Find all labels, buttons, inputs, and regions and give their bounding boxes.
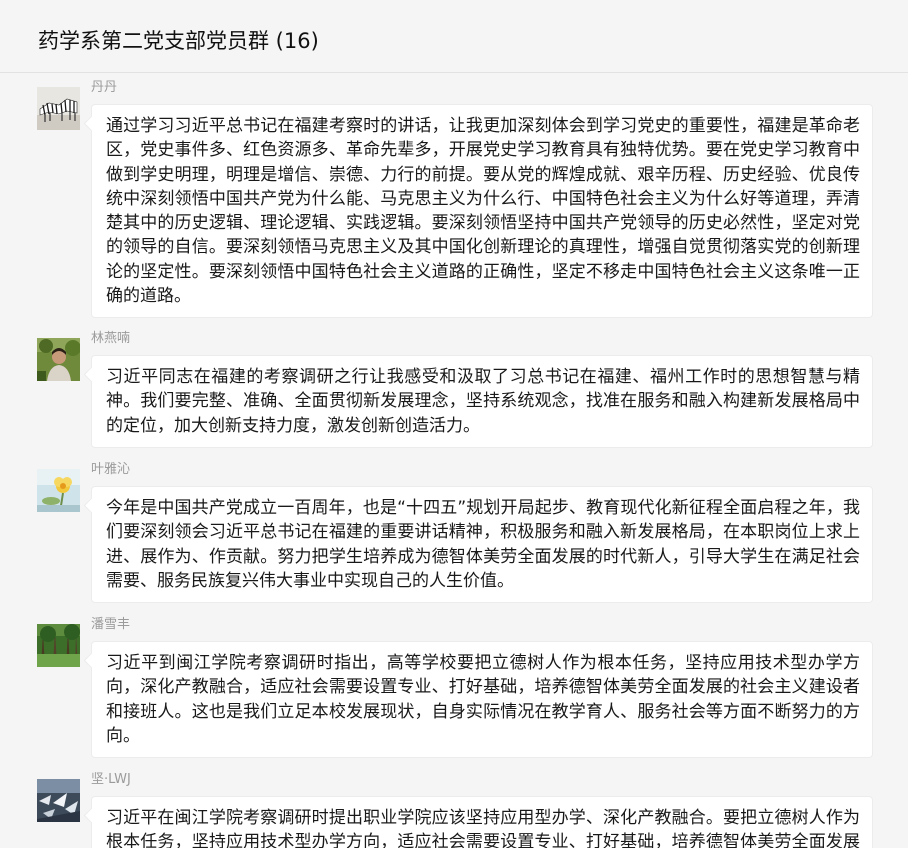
green-forest-photo-avatar[interactable]: [37, 624, 80, 667]
message-bubble[interactable]: 习近平在闽江学院考察调研时提出职业学院应该坚持应用型办学、深化产教融合。要把立德…: [91, 796, 873, 848]
flower-photo-avatar[interactable]: [37, 469, 80, 512]
person-outdoor-photo-avatar[interactable]: [37, 338, 80, 381]
sender-name[interactable]: 丹丹: [91, 80, 117, 96]
chat-header: 药学系第二党支部党员群 (16): [0, 0, 908, 73]
sender-name[interactable]: 叶雅沁: [91, 462, 130, 478]
message-bubble[interactable]: 通过学习习近平总书记在福建考察时的讲话，让我更加深刻体会到学习党史的重要性，福建…: [91, 104, 873, 319]
message-list[interactable]: 丹丹 通过学习习近平总书记在福建考察时的讲话，让我更加深刻体会到学习党史的重要性…: [0, 74, 908, 848]
chat-title[interactable]: 药学系第二党支部党员群 (16): [38, 27, 319, 55]
message-bubble[interactable]: 习近平同志在福建的考察调研之行让我感受和汲取了习总书记在福建、福州工作时的思想智…: [91, 355, 873, 448]
sender-name[interactable]: 潘雪丰: [91, 617, 130, 633]
sender-name[interactable]: 林燕喃: [91, 331, 130, 347]
birds-photo-avatar[interactable]: [37, 779, 80, 822]
sender-name[interactable]: 坚·LWJ: [91, 772, 131, 788]
message-bubble[interactable]: 习近平到闽江学院考察调研时指出，高等学校要把立德树人作为根本任务，坚持应用技术型…: [91, 641, 873, 759]
zebra-photo-avatar[interactable]: [37, 87, 80, 130]
message-bubble[interactable]: 今年是中国共产党成立一百周年，也是“十四五”规划开局起步、教育现代化新征程全面启…: [91, 486, 873, 604]
